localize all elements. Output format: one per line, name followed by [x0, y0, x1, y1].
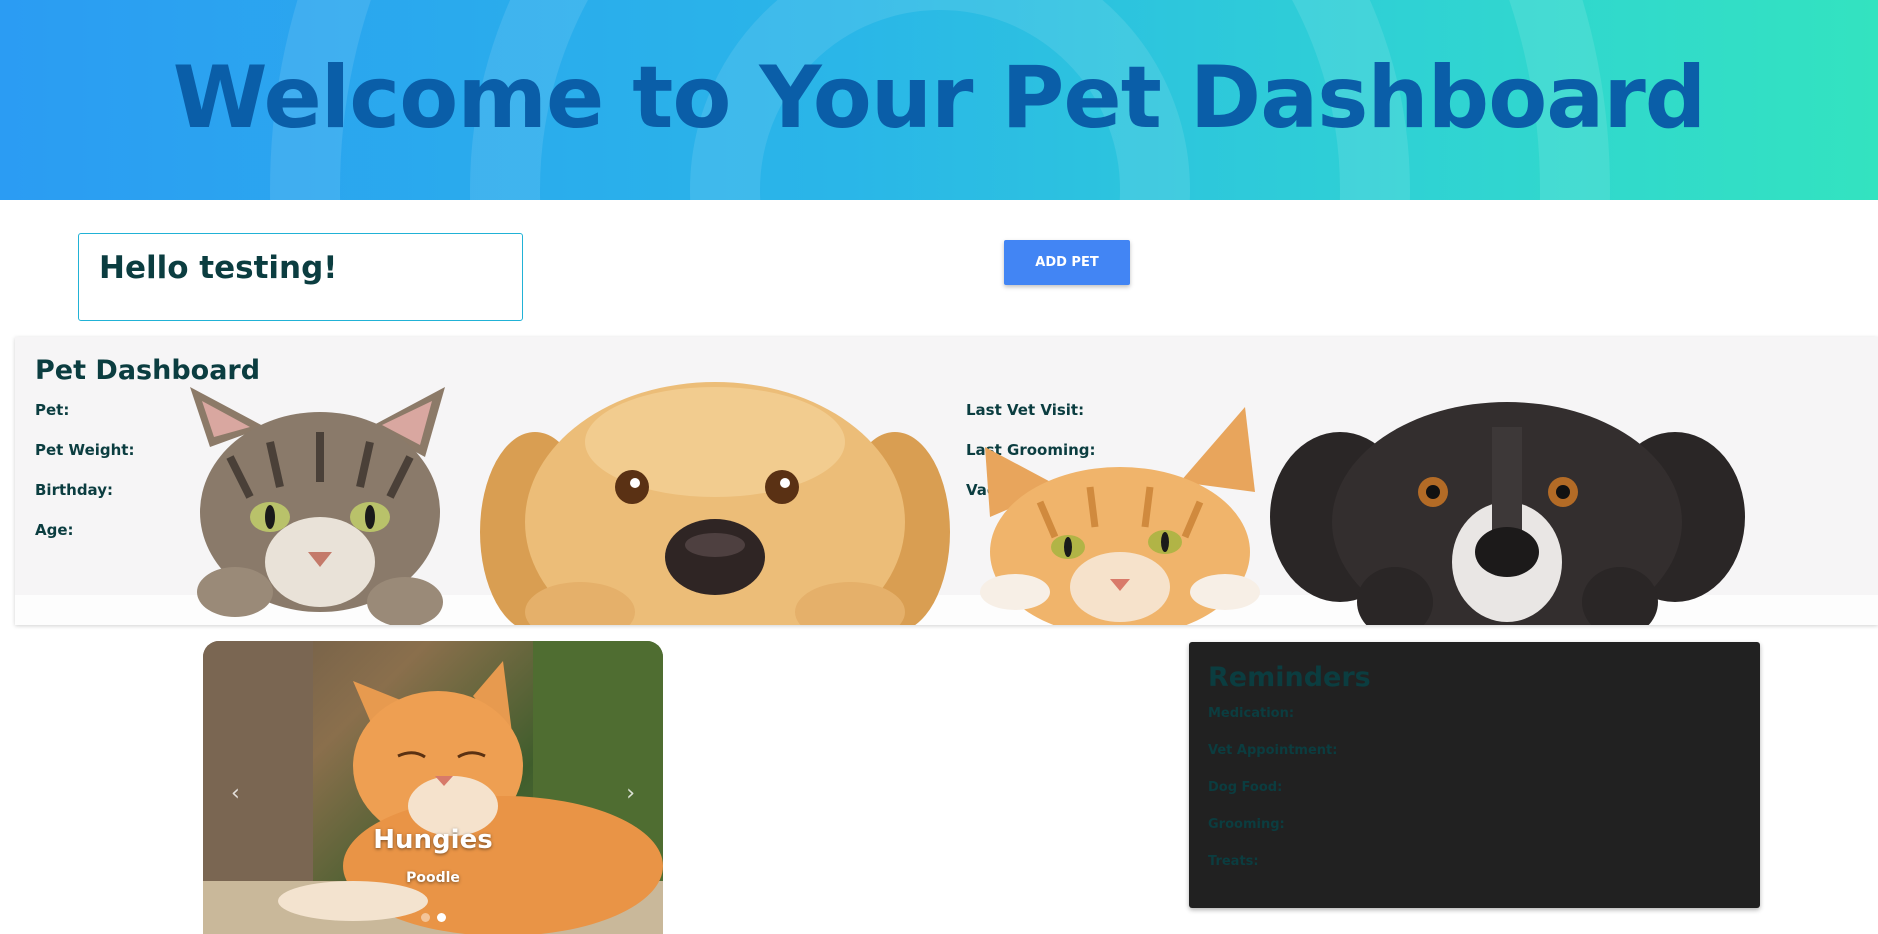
carousel-pet-breed: Poodle: [406, 870, 460, 886]
carousel-pet-name: Hungies: [373, 825, 493, 855]
header-banner: Welcome to Your Pet Dashboard: [0, 0, 1878, 200]
carousel-slide-image: [203, 641, 663, 934]
carousel-next-arrow[interactable]: ›: [626, 781, 635, 806]
orange-kitten-image: [980, 407, 1260, 625]
carousel-dot-2[interactable]: [437, 913, 446, 922]
reminders-panel: Reminders Medication: Vet Appointment: D…: [1189, 642, 1760, 908]
reminder-medication: Medication:: [1208, 706, 1295, 721]
border-collie-image: [1270, 402, 1745, 625]
field-age: Age:: [35, 521, 74, 539]
carousel-prev-arrow[interactable]: ‹: [231, 781, 240, 806]
golden-retriever-image: [480, 382, 950, 625]
pet-carousel[interactable]: ‹ › Hungies Poodle: [203, 641, 663, 934]
dashboard-title: Pet Dashboard: [35, 355, 261, 386]
reminder-treats: Treats:: [1208, 854, 1259, 869]
field-birthday: Birthday:: [35, 481, 113, 499]
tabby-cat-image: [190, 387, 445, 625]
greeting-box: Hello testing!: [78, 233, 523, 321]
reminders-title: Reminders: [1208, 662, 1371, 693]
add-pet-button[interactable]: ADD PET: [1004, 240, 1130, 285]
pet-dashboard-card: Pet Dashboard Pet: Pet Weight: Birthday:…: [15, 337, 1878, 625]
page-title: Welcome to Your Pet Dashboard: [172, 48, 1707, 148]
reminder-vet-appointment: Vet Appointment:: [1208, 743, 1338, 758]
reminder-dog-food: Dog Food:: [1208, 780, 1283, 795]
field-pet-weight: Pet Weight:: [35, 441, 135, 459]
carousel-dot-1[interactable]: [421, 913, 430, 922]
reminder-grooming: Grooming:: [1208, 817, 1285, 832]
field-pet: Pet:: [35, 401, 70, 419]
greeting-text: Hello testing!: [99, 250, 338, 286]
